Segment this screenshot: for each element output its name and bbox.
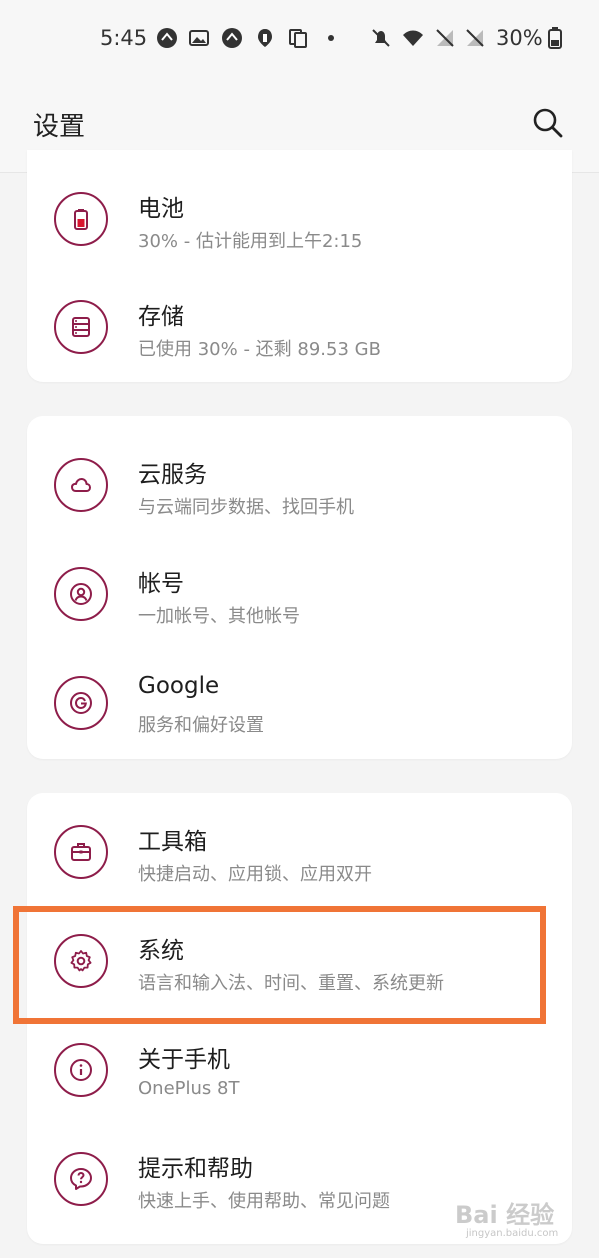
settings-item-subtitle: 快捷启动、应用锁、应用双开 xyxy=(138,864,372,885)
settings-item-cloud[interactable]: 云服务 与云端同步数据、找回手机 xyxy=(27,436,572,544)
cloud-icon xyxy=(54,458,108,512)
settings-item-title: 帐号 xyxy=(138,571,184,597)
oneplus-icon xyxy=(254,27,276,49)
settings-item-subtitle: 一加帐号、其他帐号 xyxy=(138,606,300,627)
battery-percentage: 30% xyxy=(496,26,543,50)
status-bar: 5:45 30% xyxy=(0,0,599,78)
watermark-sub: jingyan.baidu.com xyxy=(466,1228,559,1239)
search-button[interactable] xyxy=(530,105,566,141)
status-time: 5:45 xyxy=(100,26,148,50)
silent-icon xyxy=(370,27,392,49)
settings-item-google[interactable]: Google 服务和偏好设置 xyxy=(27,654,572,762)
no-signal-icon xyxy=(464,27,486,49)
highlight-box xyxy=(13,906,546,1024)
settings-item-about-phone[interactable]: 关于手机 OnePlus 8T xyxy=(27,1021,572,1129)
battery-icon xyxy=(54,192,108,246)
notification-icon xyxy=(221,27,243,49)
storage-icon xyxy=(54,300,108,354)
toolbox-icon xyxy=(54,825,108,879)
settings-item-account[interactable]: 帐号 一加帐号、其他帐号 xyxy=(27,545,572,653)
help-icon xyxy=(54,1152,108,1206)
settings-item-title: 关于手机 xyxy=(138,1047,230,1073)
dot-icon xyxy=(320,27,342,49)
google-icon xyxy=(54,676,108,730)
wifi-icon xyxy=(402,27,424,49)
clipboard-icon xyxy=(287,27,309,49)
page-title: 设置 xyxy=(33,112,86,142)
settings-item-battery[interactable]: 电池 30% - 估计能用到上午2:15 xyxy=(27,170,572,278)
settings-group: 电池 30% - 估计能用到上午2:15 存储 已使用 30% - 还剩 89.… xyxy=(27,150,572,382)
info-icon xyxy=(54,1043,108,1097)
settings-item-subtitle: OnePlus 8T xyxy=(138,1078,240,1099)
settings-item-subtitle: 已使用 30% - 还剩 89.53 GB xyxy=(138,339,381,360)
notification-icon xyxy=(156,27,178,49)
settings-item-toolbox[interactable]: 工具箱 快捷启动、应用锁、应用双开 xyxy=(27,803,572,911)
settings-item-storage[interactable]: 存储 已使用 30% - 还剩 89.53 GB xyxy=(27,278,572,386)
account-icon xyxy=(54,567,108,621)
battery-icon xyxy=(548,27,562,49)
settings-item-title: 提示和帮助 xyxy=(138,1156,253,1182)
settings-item-subtitle: 服务和偏好设置 xyxy=(138,715,264,736)
settings-item-subtitle: 30% - 估计能用到上午2:15 xyxy=(138,231,363,252)
settings-item-title: Google xyxy=(138,673,220,699)
settings-item-subtitle: 与云端同步数据、找回手机 xyxy=(138,497,354,518)
no-signal-icon xyxy=(434,27,456,49)
settings-item-title: 工具箱 xyxy=(138,829,207,855)
settings-group: 云服务 与云端同步数据、找回手机 帐号 一加帐号、其他帐号 Google 服务和… xyxy=(27,416,572,759)
gallery-icon xyxy=(188,27,210,49)
settings-item-title: 存储 xyxy=(138,304,184,330)
settings-item-title: 云服务 xyxy=(138,462,207,488)
settings-item-title: 电池 xyxy=(138,196,184,222)
watermark: Bai 经验 xyxy=(455,1201,555,1229)
search-icon xyxy=(533,108,563,138)
settings-item-subtitle: 快速上手、使用帮助、常见问题 xyxy=(138,1191,390,1212)
